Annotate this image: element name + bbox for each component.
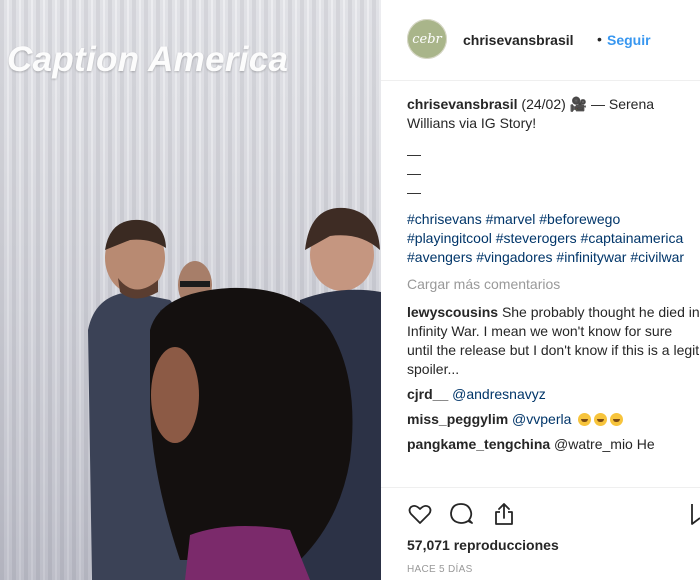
comment-item: cjrd__ @andresnavyz: [407, 385, 700, 404]
comment-username-link[interactable]: miss_peggylim: [407, 411, 508, 427]
caption-hashtags[interactable]: #chrisevans #marvel #beforewego #playing…: [407, 210, 700, 267]
comment-mention-link[interactable]: @vvperla: [512, 411, 571, 427]
bookmark-icon[interactable]: [691, 501, 700, 527]
load-more-comments-button[interactable]: Cargar más comentarios: [407, 275, 700, 294]
crying-emoji-icon: [594, 413, 608, 426]
comments-list[interactable]: chrisevansbrasil (24/02) 🎥 — Serena Will…: [407, 95, 700, 485]
caption-dash: —: [407, 165, 421, 181]
caption-dash: —: [407, 146, 421, 162]
post-timestamp[interactable]: HACE 5 DÍAS: [407, 564, 473, 575]
crying-emoji-icon: [578, 413, 592, 426]
post-video[interactable]: Caption America: [0, 0, 381, 580]
view-count: 57,071 reproducciones: [407, 537, 559, 553]
post-caption: chrisevansbrasil (24/02) 🎥 — Serena Will…: [407, 95, 700, 267]
heart-icon[interactable]: [407, 501, 433, 527]
caption-dashes: — — —: [407, 145, 700, 202]
header-separator: •: [597, 31, 602, 47]
crying-emoji-icon: [610, 413, 624, 426]
share-icon[interactable]: [491, 501, 517, 527]
comment-icon[interactable]: [448, 501, 474, 527]
caption-dash: —: [407, 184, 421, 200]
avatar[interactable]: cebr: [407, 19, 447, 59]
comment-text: @watre_mio He: [554, 436, 655, 452]
comment-item: pangkame_tengchina @watre_mio He: [407, 435, 700, 454]
post-header: cebr chrisevansbrasil • Seguir: [381, 0, 700, 81]
story-caption-overlay: Caption America: [7, 40, 289, 79]
comment-mention-link[interactable]: @andresnavyz: [452, 386, 546, 402]
comment-username-link[interactable]: cjrd__: [407, 386, 448, 402]
header-username-link[interactable]: chrisevansbrasil: [463, 32, 574, 48]
caption-username-link[interactable]: chrisevansbrasil: [407, 96, 518, 112]
comment-item: lewyscousins She probably thought he die…: [407, 303, 700, 379]
comment-username-link[interactable]: pangkame_tengchina: [407, 436, 550, 452]
comment-item: miss_peggylim @vvperla: [407, 410, 700, 429]
post-side-panel: cebr chrisevansbrasil • Seguir chrisevan…: [381, 0, 700, 580]
video-frame: [0, 0, 381, 580]
avatar-logo-text: cebr: [412, 31, 442, 47]
post-actions: 57,071 reproducciones HACE 5 DÍAS: [381, 487, 700, 581]
comment-username-link[interactable]: lewyscousins: [407, 304, 498, 320]
follow-button[interactable]: Seguir: [607, 32, 651, 48]
